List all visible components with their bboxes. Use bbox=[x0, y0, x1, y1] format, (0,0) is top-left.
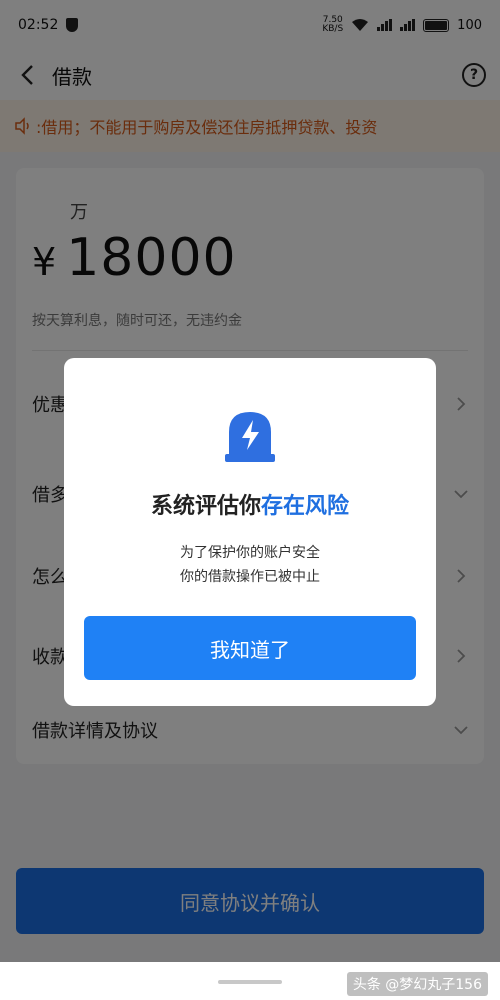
dialog-title: 系统评估你存在风险 bbox=[64, 488, 436, 520]
shield-lightning-icon bbox=[225, 412, 275, 462]
risk-dialog: 系统评估你存在风险 为了保护你的账户安全 你的借款操作已被中止 我知道了 bbox=[64, 358, 436, 706]
dialog-title-normal: 系统评估你 bbox=[150, 494, 261, 519]
dialog-message-line-1: 为了保护你的账户安全 bbox=[180, 545, 320, 561]
watermark: 头条 @梦幻丸子156 bbox=[346, 972, 488, 996]
home-indicator[interactable] bbox=[218, 980, 282, 984]
dialog-message-line-2: 你的借款操作已被中止 bbox=[180, 569, 320, 585]
acknowledge-button[interactable]: 我知道了 bbox=[84, 616, 416, 680]
dialog-title-highlight: 存在风险 bbox=[261, 494, 350, 519]
